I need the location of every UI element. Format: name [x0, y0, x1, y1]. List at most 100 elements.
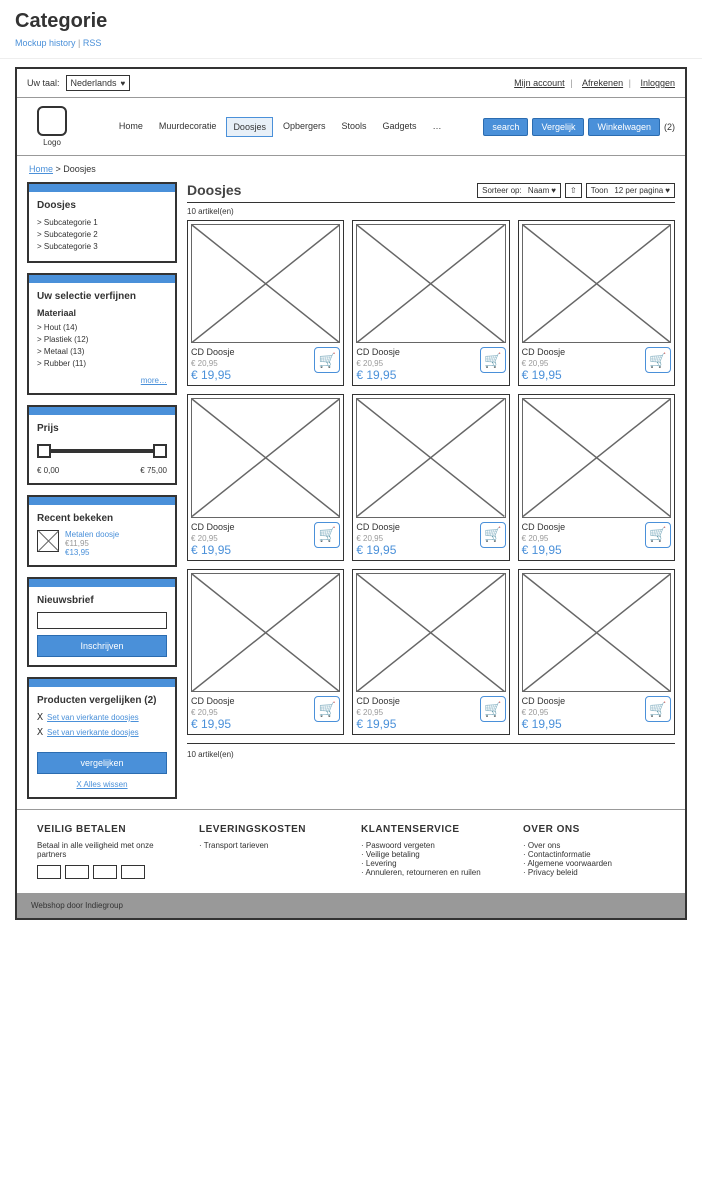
slider-handle-min[interactable] — [37, 444, 51, 458]
login-link[interactable]: Inloggen — [640, 78, 675, 88]
product-card[interactable]: CD Doosje€ 20,95€ 19,95🛒 — [352, 569, 509, 735]
filter-option[interactable]: > Rubber (11) — [37, 358, 167, 370]
remove-icon[interactable]: X — [37, 712, 43, 723]
product-name: CD Doosje — [522, 696, 566, 706]
logo[interactable]: Logo — [27, 106, 77, 147]
recent-name: Metalen doosje — [65, 530, 119, 539]
cart-button[interactable]: Winkelwagen — [588, 118, 660, 136]
compare-submit-button[interactable]: vergelijken — [37, 752, 167, 774]
product-card[interactable]: CD Doosje€ 20,95€ 19,95🛒 — [352, 220, 509, 386]
compare-product-link[interactable]: Set van vierkante doosjes — [47, 728, 139, 737]
nav-item-home[interactable]: Home — [113, 117, 149, 137]
footer-link[interactable]: Transport tarieven — [199, 841, 341, 850]
sidebar: Doosjes > Subcategorie 1> Subcategorie 2… — [27, 182, 177, 799]
footer-link[interactable]: Veilige betaling — [361, 850, 503, 859]
footer-link[interactable]: Paswoord vergeten — [361, 841, 503, 850]
page-title: Categorie — [0, 0, 702, 38]
product-price: € 19,95 — [191, 717, 235, 731]
filter-option[interactable]: > Plastiek (12) — [37, 334, 167, 346]
footer-bottom: Webshop door Indiegroup — [17, 893, 685, 918]
category-link[interactable]: > Subcategorie 1 — [37, 217, 167, 229]
footer-col2-title: LEVERINGSKOSTEN — [199, 824, 341, 835]
nav-item-opbergers[interactable]: Opbergers — [277, 117, 332, 137]
search-button[interactable]: search — [483, 118, 528, 136]
categories-widget: Doosjes > Subcategorie 1> Subcategorie 2… — [27, 182, 177, 263]
subscribe-button[interactable]: Inschrijven — [37, 635, 167, 657]
product-card[interactable]: CD Doosje€ 20,95€ 19,95🛒 — [518, 220, 675, 386]
add-to-cart-button[interactable]: 🛒 — [480, 347, 506, 373]
compare-button[interactable]: Vergelijk — [532, 118, 584, 136]
footer-link[interactable]: Levering — [361, 859, 503, 868]
add-to-cart-button[interactable]: 🛒 — [314, 347, 340, 373]
add-to-cart-button[interactable]: 🛒 — [480, 522, 506, 548]
lang-select[interactable]: Nederlands ♥ — [66, 75, 131, 91]
sort-direction-button[interactable]: ⇧ — [565, 183, 582, 198]
cart-count: (2) — [664, 122, 675, 132]
compare-widget: Producten vergelijken (2) XSet van vierk… — [27, 677, 177, 799]
product-name: CD Doosje — [191, 347, 235, 357]
add-to-cart-button[interactable]: 🛒 — [645, 347, 671, 373]
account-link[interactable]: Mijn account — [514, 78, 565, 88]
product-old-price: € 20,95 — [522, 708, 566, 717]
footer-link[interactable]: Over ons — [523, 841, 665, 850]
product-card[interactable]: CD Doosje€ 20,95€ 19,95🛒 — [518, 394, 675, 560]
mockup-history-link[interactable]: Mockup history — [15, 38, 76, 48]
nav-item-…[interactable]: … — [427, 117, 448, 137]
product-card[interactable]: CD Doosje€ 20,95€ 19,95🛒 — [187, 569, 344, 735]
filter-widget: Uw selectie verfijnen Materiaal > Hout (… — [27, 273, 177, 395]
price-slider[interactable] — [37, 444, 167, 458]
per-page-select[interactable]: Toon 12 per pagina ♥ — [586, 183, 675, 198]
add-to-cart-button[interactable]: 🛒 — [314, 696, 340, 722]
checkout-link[interactable]: Afrekenen — [582, 78, 623, 88]
breadcrumb: Home > Doosjes — [17, 156, 685, 182]
cart-icon: 🛒 — [319, 352, 336, 369]
add-to-cart-button[interactable]: 🛒 — [645, 696, 671, 722]
cart-icon: 🛒 — [484, 352, 501, 369]
footer: VEILIG BETALEN Betaal in alle veiligheid… — [17, 809, 685, 893]
nav-item-muurdecoratie[interactable]: Muurdecoratie — [153, 117, 223, 137]
add-to-cart-button[interactable]: 🛒 — [480, 696, 506, 722]
nav-item-gadgets[interactable]: Gadgets — [377, 117, 423, 137]
filter-more-link[interactable]: more… — [37, 376, 167, 385]
add-to-cart-button[interactable]: 🛒 — [314, 522, 340, 548]
product-price: € 19,95 — [191, 368, 235, 382]
sort-select[interactable]: Sorteer op: Naam ♥ — [477, 183, 561, 198]
category-title: Doosjes — [187, 182, 241, 198]
compare-product-link[interactable]: Set van vierkante doosjes — [47, 713, 139, 722]
cart-icon: 🛒 — [484, 526, 501, 543]
footer-link[interactable]: Algemene voorwaarden — [523, 859, 665, 868]
filter-option[interactable]: > Metaal (13) — [37, 346, 167, 358]
footer-link[interactable]: Annuleren, retourneren en ruilen — [361, 868, 503, 877]
filter-group: Materiaal — [37, 308, 167, 318]
product-name: CD Doosje — [356, 347, 400, 357]
footer-col4-title: OVER ONS — [523, 824, 665, 835]
product-card[interactable]: CD Doosje€ 20,95€ 19,95🛒 — [518, 569, 675, 735]
compare-item: X Set van vierkante doosjes — [37, 727, 167, 738]
filter-option[interactable]: > Hout (14) — [37, 322, 167, 334]
product-thumb — [522, 573, 671, 692]
cart-icon: 🛒 — [484, 701, 501, 718]
add-to-cart-button[interactable]: 🛒 — [645, 522, 671, 548]
product-card[interactable]: CD Doosje€ 20,95€ 19,95🛒 — [187, 394, 344, 560]
footer-col1-title: VEILIG BETALEN — [37, 824, 179, 835]
product-card[interactable]: CD Doosje€ 20,95€ 19,95🛒 — [352, 394, 509, 560]
results-count-bottom: 10 artikel(en) — [187, 743, 675, 759]
footer-link[interactable]: Privacy beleid — [523, 868, 665, 877]
slider-handle-max[interactable] — [153, 444, 167, 458]
compare-clear-link[interactable]: X Alles wissen — [37, 780, 167, 789]
category-link[interactable]: > Subcategorie 3 — [37, 241, 167, 253]
nav-item-doosjes[interactable]: Doosjes — [226, 117, 273, 137]
nav-item-stools[interactable]: Stools — [335, 117, 372, 137]
product-old-price: € 20,95 — [522, 359, 566, 368]
product-old-price: € 20,95 — [191, 708, 235, 717]
price-min: € 0,00 — [37, 466, 59, 475]
recent-item[interactable]: Metalen doosje €11,95 €13,95 — [37, 530, 167, 557]
breadcrumb-home[interactable]: Home — [29, 164, 53, 174]
remove-icon[interactable]: X — [37, 727, 43, 738]
footer-link[interactable]: Contactinformatie — [523, 850, 665, 859]
product-card[interactable]: CD Doosje€ 20,95€ 19,95🛒 — [187, 220, 344, 386]
category-link[interactable]: > Subcategorie 2 — [37, 229, 167, 241]
payment-icons — [37, 865, 179, 879]
rss-link[interactable]: RSS — [83, 38, 102, 48]
newsletter-input[interactable] — [37, 612, 167, 629]
